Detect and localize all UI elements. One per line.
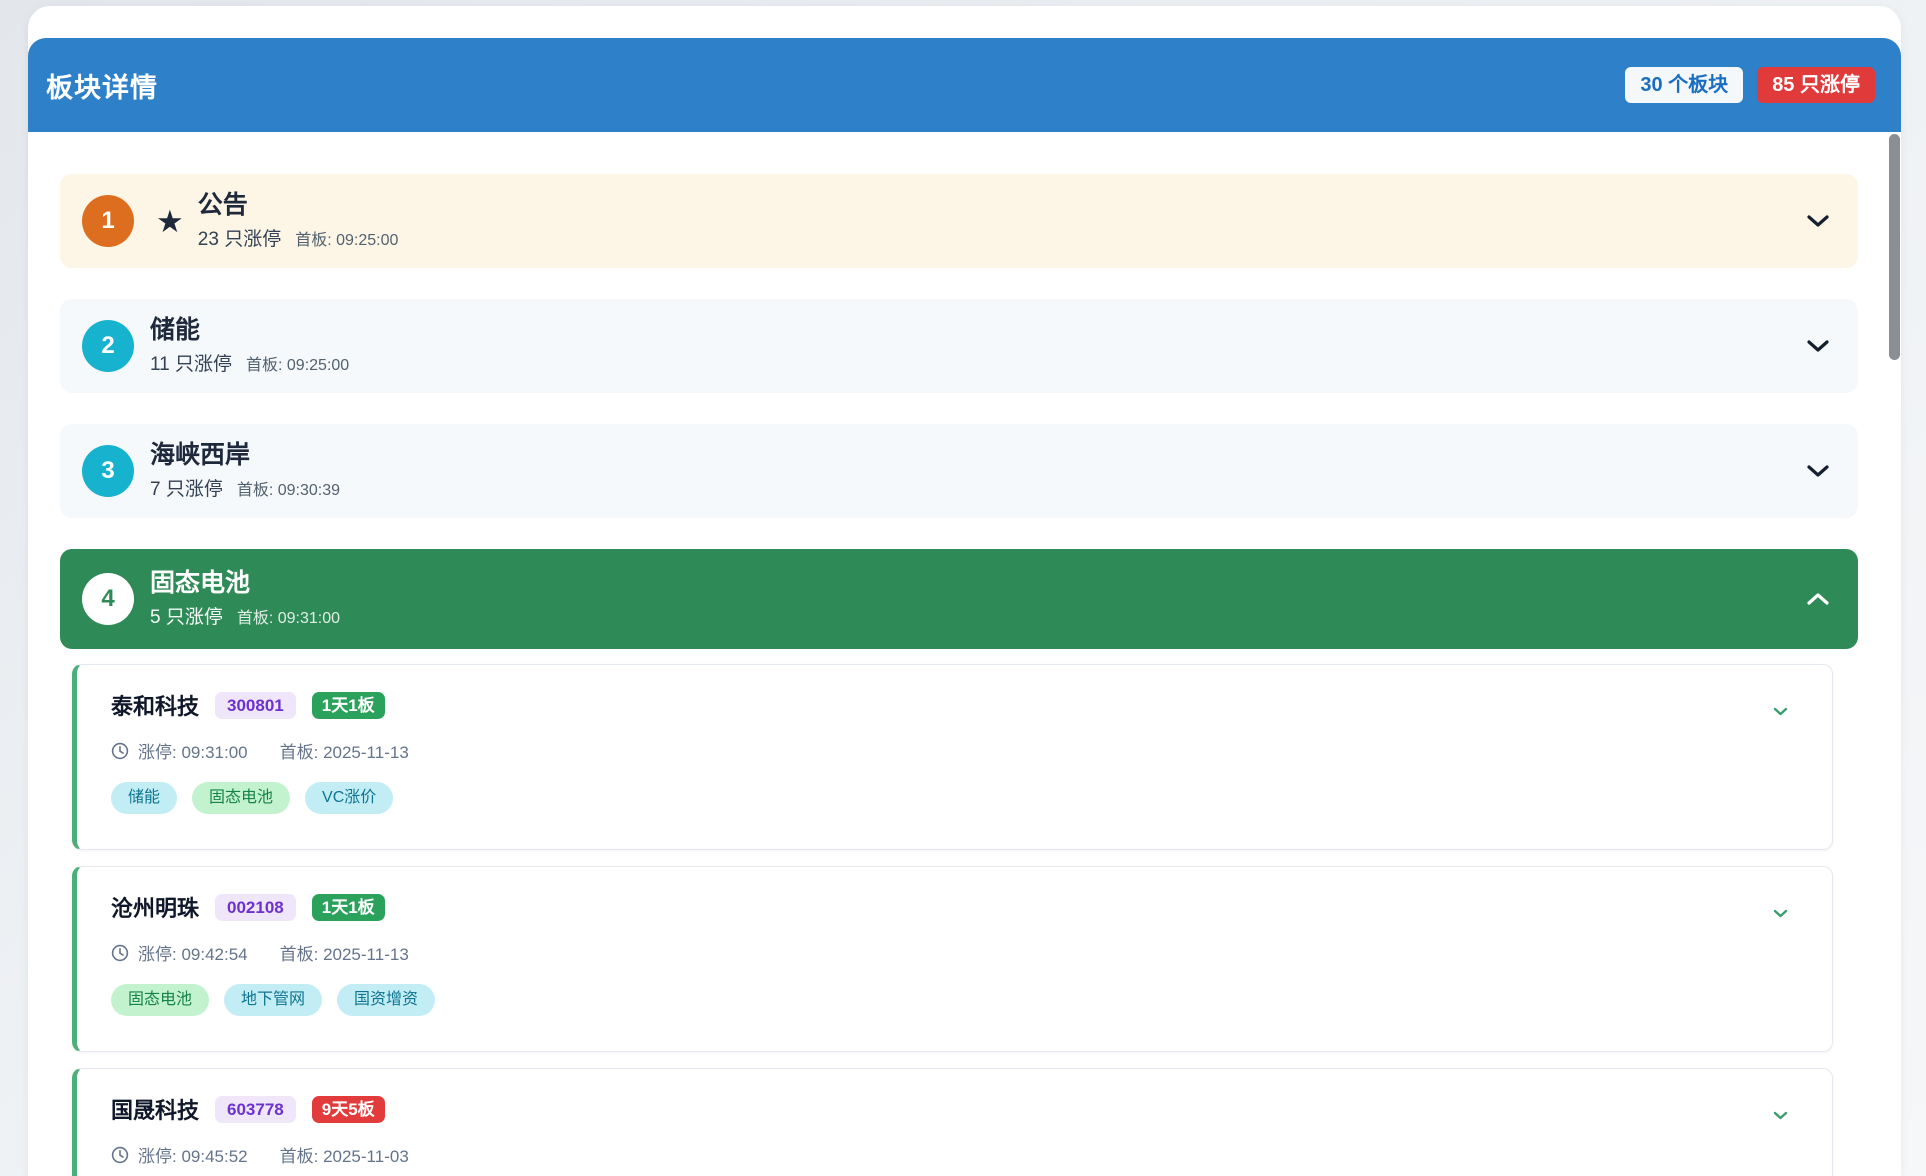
- rank-badge: 1: [82, 195, 134, 247]
- rank-badge: 3: [82, 445, 134, 497]
- first-board-date: 首板: 2025-11-13: [280, 738, 409, 763]
- sector-text: 公告 23 只涨停 首板: 09:25:00: [198, 191, 399, 252]
- concept-tag: 地下管网: [224, 984, 322, 1016]
- page-title: 板块详情: [46, 66, 158, 105]
- header-badges: 30 个板块 85 只涨停: [1625, 67, 1875, 103]
- chevron-down-icon[interactable]: [1806, 214, 1830, 228]
- sector-list: 1 ★ 公告 23 只涨停 首板: 09:25:00 2 储能 11 只涨停 首…: [28, 132, 1901, 1176]
- stock-name: 泰和科技: [111, 689, 199, 721]
- limit-up-time: 涨停: 09:31:00: [138, 738, 248, 763]
- concept-tag: 固态电池: [111, 984, 209, 1016]
- stock-name: 国晟科技: [111, 1093, 199, 1125]
- stock-tags: 固态电池地下管网国资增资: [111, 984, 1772, 1016]
- stock-name: 沧州明珠: [111, 891, 199, 923]
- stock-card[interactable]: 国晟科技 603778 9天5板 涨停: 09:45:52 首板: 2025-1…: [72, 1068, 1833, 1176]
- rank-badge: 4: [82, 573, 134, 625]
- sector-row-1[interactable]: 1 ★ 公告 23 只涨停 首板: 09:25:00: [60, 174, 1858, 268]
- panel-header: 板块详情 30 个板块 85 只涨停: [28, 38, 1901, 132]
- sector-name: 公告: [198, 191, 399, 220]
- stock-code-badge: 603778: [215, 1096, 296, 1123]
- clock-icon: [111, 742, 129, 760]
- stock-card[interactable]: 泰和科技 300801 1天1板 涨停: 09:31:00 首板: 2025-1…: [72, 664, 1833, 850]
- concept-tag: VC涨价: [305, 782, 393, 814]
- first-board-time: 首板: 09:25:00: [295, 226, 398, 250]
- board-count-badge: 9天5板: [312, 1096, 385, 1123]
- stock-meta: 涨停: 09:42:54 首板: 2025-11-13: [111, 940, 1772, 965]
- limit-up-count: 23 只涨停: [198, 224, 281, 251]
- stock-title-row: 国晟科技 603778 9天5板: [111, 1093, 1772, 1125]
- concept-tag: 国资增资: [337, 984, 435, 1016]
- sector-row-3[interactable]: 3 海峡西岸 7 只涨停 首板: 09:30:39: [60, 424, 1858, 518]
- concept-tag: 储能: [111, 782, 177, 814]
- first-board-time: 首板: 09:30:39: [237, 476, 340, 500]
- stock-meta: 涨停: 09:45:52 首板: 2025-11-03: [111, 1142, 1772, 1167]
- stock-card[interactable]: 沧州明珠 002108 1天1板 涨停: 09:42:54 首板: 2025-1…: [72, 866, 1833, 1052]
- chevron-down-icon[interactable]: [1806, 339, 1830, 353]
- stock-meta: 涨停: 09:31:00 首板: 2025-11-13: [111, 738, 1772, 763]
- sector-text: 海峡西岸 7 只涨停 首板: 09:30:39: [150, 441, 340, 502]
- board-count-badge: 1天1板: [312, 692, 385, 719]
- stock-title-row: 泰和科技 300801 1天1板: [111, 689, 1772, 721]
- sector-row-4[interactable]: 4 固态电池 5 只涨停 首板: 09:31:00: [60, 549, 1858, 649]
- limit-up-count: 7 只涨停: [150, 474, 223, 501]
- rank-badge: 2: [82, 320, 134, 372]
- chevron-down-icon[interactable]: [1773, 1111, 1788, 1120]
- first-board-time: 首板: 09:31:00: [237, 604, 340, 628]
- scrollbar-thumb[interactable]: [1889, 134, 1900, 360]
- first-board-time: 首板: 09:25:00: [246, 351, 349, 375]
- sector-subtitle: 7 只涨停 首板: 09:30:39: [150, 474, 340, 501]
- sector-name: 储能: [150, 316, 349, 345]
- sector-count-badge: 30 个板块: [1625, 67, 1743, 103]
- stock-title-row: 沧州明珠 002108 1天1板: [111, 891, 1772, 923]
- first-board-date: 首板: 2025-11-13: [280, 940, 409, 965]
- chevron-down-icon[interactable]: [1773, 909, 1788, 918]
- board-count-badge: 1天1板: [312, 894, 385, 921]
- sector-detail-panel: 板块详情 30 个板块 85 只涨停 1 ★ 公告 23 只涨停 首板: 09:…: [28, 6, 1901, 1176]
- limit-up-count-badge: 85 只涨停: [1757, 67, 1875, 103]
- limit-up-count: 11 只涨停: [150, 349, 232, 376]
- stock-code-badge: 300801: [215, 692, 296, 719]
- sector-subtitle: 11 只涨停 首板: 09:25:00: [150, 349, 349, 376]
- limit-up-time: 涨停: 09:45:52: [138, 1142, 248, 1167]
- first-board-date: 首板: 2025-11-03: [280, 1142, 409, 1167]
- sector-row-2[interactable]: 2 储能 11 只涨停 首板: 09:25:00: [60, 299, 1858, 393]
- stock-list: 泰和科技 300801 1天1板 涨停: 09:31:00 首板: 2025-1…: [72, 664, 1833, 1176]
- sector-subtitle: 5 只涨停 首板: 09:31:00: [150, 602, 340, 629]
- limit-up-time: 涨停: 09:42:54: [138, 940, 248, 965]
- concept-tag: 固态电池: [192, 782, 290, 814]
- chevron-up-icon[interactable]: [1806, 592, 1830, 606]
- chevron-down-icon[interactable]: [1773, 707, 1788, 716]
- clock-icon: [111, 944, 129, 962]
- clock-icon: [111, 1146, 129, 1164]
- stock-tags: 储能固态电池 VC涨价: [111, 782, 1772, 814]
- sector-text: 固态电池 5 只涨停 首板: 09:31:00: [150, 569, 340, 630]
- stock-code-badge: 002108: [215, 894, 296, 921]
- sector-name: 海峡西岸: [150, 441, 340, 470]
- star-icon: ★: [156, 206, 184, 237]
- chevron-down-icon[interactable]: [1806, 464, 1830, 478]
- sector-text: 储能 11 只涨停 首板: 09:25:00: [150, 316, 349, 377]
- limit-up-count: 5 只涨停: [150, 602, 223, 629]
- sector-subtitle: 23 只涨停 首板: 09:25:00: [198, 224, 399, 251]
- sector-name: 固态电池: [150, 569, 340, 598]
